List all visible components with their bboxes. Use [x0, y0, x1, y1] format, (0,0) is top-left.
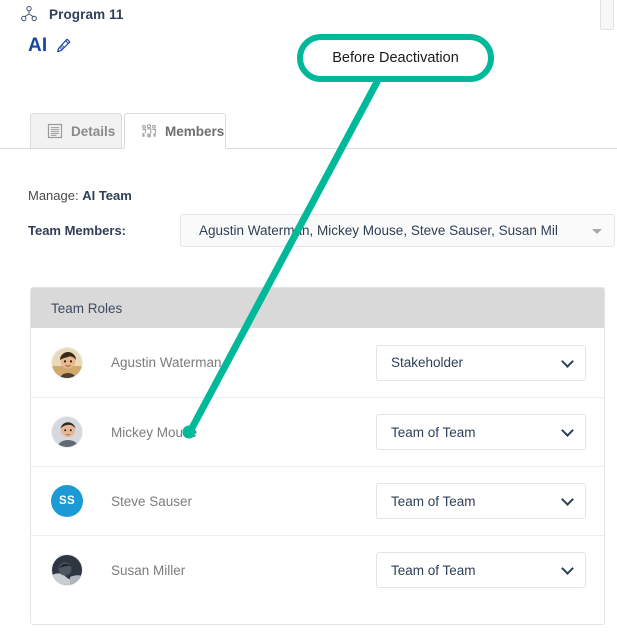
role-select[interactable]: Stakeholder [376, 344, 586, 381]
manage-line: Manage: AI Team [28, 188, 132, 203]
team-members-select-value: Agustin Waterman, Mickey Mouse, Steve Sa… [199, 223, 558, 238]
tab-bar: Details Members [0, 113, 617, 149]
team-members-row: Team Members: Agustin Waterman, Mickey M… [28, 214, 615, 247]
annotation-callout-label: Before Deactivation [332, 50, 459, 66]
page-title: AI [28, 35, 48, 56]
people-group-icon [141, 123, 157, 139]
chevron-down-icon [561, 354, 574, 368]
member-name: Mickey Mouse [111, 424, 198, 440]
team-roles-header: Team Roles [31, 288, 604, 328]
role-select-value: Stakeholder [391, 355, 464, 370]
role-select[interactable]: Team of Team [376, 552, 586, 588]
table-row: Susan Miller Team of Team [31, 535, 604, 604]
pencil-edit-icon[interactable] [55, 37, 72, 54]
role-select-value: Team of Team [391, 424, 476, 440]
member-name: Steve Sauser [111, 493, 193, 509]
annotation-callout: Before Deactivation [297, 34, 494, 82]
role-select-value: Team of Team [391, 562, 476, 578]
table-row: SS Steve Sauser Team of Team [31, 466, 604, 535]
tab-members-label: Members [165, 123, 225, 139]
role-select-value: Team of Team [391, 493, 476, 509]
avatar-initials: SS [59, 495, 75, 507]
member-name: Susan Miller [111, 562, 186, 578]
breadcrumb[interactable]: Program 11 [20, 5, 124, 23]
vertical-scrollbar-thumb[interactable] [600, 0, 614, 30]
chevron-down-icon [561, 493, 574, 506]
chevron-down-icon [561, 562, 574, 575]
page-title-row: AI [28, 36, 72, 55]
team-members-label: Team Members: [28, 223, 127, 238]
tab-details-label: Details [71, 123, 116, 139]
chevron-down-icon [561, 424, 574, 437]
breadcrumb-label: Program 11 [49, 6, 124, 22]
manage-prefix: Manage: [28, 188, 79, 203]
team-roles-card: Team Roles Agustin Waterman Stakeholder … [30, 287, 605, 625]
tab-details[interactable]: Details [30, 113, 122, 149]
member-name: Agustin Waterman [111, 355, 222, 370]
team-members-select[interactable]: Agustin Waterman, Mickey Mouse, Steve Sa… [180, 214, 615, 247]
manage-team-name: AI Team [82, 188, 132, 203]
avatar-agustin-waterman [51, 346, 83, 379]
team-roles-body: Agustin Waterman Stakeholder Mickey Mous… [31, 328, 604, 624]
org-hierarchy-icon [20, 5, 38, 23]
table-row: Agustin Waterman Stakeholder [31, 328, 604, 397]
avatar-susan-miller [51, 554, 83, 586]
caret-down-icon [592, 228, 602, 234]
role-select[interactable]: Team of Team [376, 414, 586, 450]
app-page: Program 11 AI Details Members Manage: AI… [0, 0, 617, 632]
document-lines-icon [47, 123, 63, 139]
avatar-steve-sauser: SS [51, 485, 83, 517]
role-select[interactable]: Team of Team [376, 483, 586, 519]
table-row: Mickey Mouse Team of Team [31, 397, 604, 466]
avatar-mickey-mouse [51, 416, 83, 448]
tab-members[interactable]: Members [124, 113, 226, 149]
